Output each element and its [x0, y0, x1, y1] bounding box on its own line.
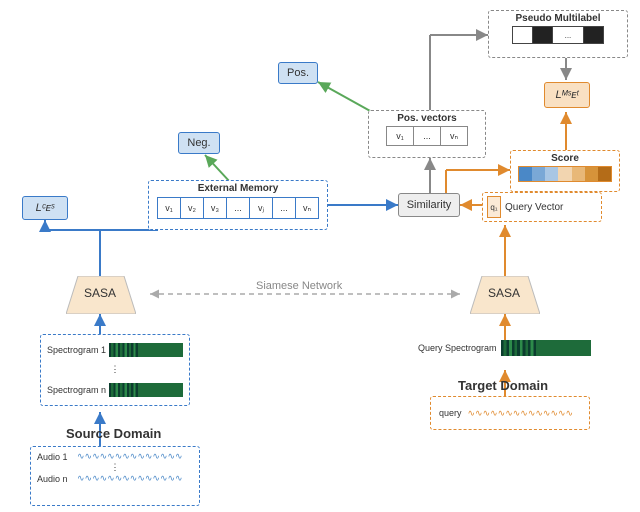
- loss-l-mse-t: Lᴹˢᴇᵗ: [544, 82, 590, 108]
- diagram-canvas: Lᶜᴇˢ External Memory v₁ v₂ v₃ ... vⱼ ...…: [0, 0, 640, 512]
- spectrogram-icon: [501, 340, 591, 356]
- ellipsis-v-icon: ⋮: [111, 462, 120, 473]
- pos-vectors-title: Pos. vectors: [397, 113, 456, 124]
- pos-vectors-box: Pos. vectors v₁ ... vₙ: [368, 110, 486, 158]
- query-audio-label: query: [439, 408, 462, 418]
- waveform-icon: ∿∿∿∿∿∿∿∿∿∿∿∿∿∿: [77, 451, 183, 462]
- spectrogram-panel-left: Spectrogram 1 ⋮ Spectrogram n: [40, 334, 190, 406]
- target-domain-title: Target Domain: [458, 378, 548, 393]
- query-spectrogram-row: Query Spectrogram: [418, 340, 591, 356]
- waveform-icon: ∿∿∿∿∿∿∿∿∿∿∿∿∿∿: [77, 473, 183, 484]
- pseudo-multilabel-box: Pseudo Multilabel ...: [488, 10, 628, 58]
- ellipsis-v-icon: ⋮: [111, 364, 120, 375]
- query-spectrogram-label: Query Spectrogram: [418, 343, 497, 353]
- external-memory-title: External Memory: [198, 183, 279, 194]
- neg-box: Neg.: [178, 132, 220, 154]
- loss-lce-label: Lᶜᴇˢ: [36, 202, 55, 214]
- external-memory-cells: v₁ v₂ v₃ ... vⱼ ... vₙ: [157, 197, 319, 219]
- spectrogram1-label: Spectrogram 1: [47, 345, 109, 355]
- pos-label: Pos.: [287, 67, 309, 79]
- score-title: Score: [551, 153, 579, 164]
- external-memory-box: External Memory v₁ v₂ v₃ ... vⱼ ... vₙ: [148, 180, 328, 230]
- siamese-label: Siamese Network: [256, 280, 342, 292]
- pseudo-multilabel-cells: ...: [512, 26, 604, 44]
- query-vector-title: Query Vector: [505, 202, 563, 213]
- similarity-label: Similarity: [407, 199, 452, 211]
- waveform-icon: ∿∿∿∿∿∿∿∿∿∿∿∿∿∿: [468, 408, 574, 419]
- neg-label: Neg.: [187, 137, 210, 149]
- score-box: Score: [510, 150, 620, 192]
- loss-lmse-label: Lᴹˢᴇᵗ: [555, 89, 578, 101]
- query-vector-box: q₁ Query Vector: [482, 192, 602, 222]
- spectrogram-icon: [109, 383, 183, 397]
- pseudo-multilabel-title: Pseudo Multilabel: [515, 13, 600, 24]
- audio1-label: Audio 1: [37, 452, 77, 462]
- spectrogramn-label: Spectrogram n: [47, 385, 109, 395]
- query-vector-cell: q₁: [487, 196, 501, 218]
- target-domain-box: query ∿∿∿∿∿∿∿∿∿∿∿∿∿∿: [430, 396, 590, 430]
- audion-label: Audio n: [37, 474, 77, 484]
- source-domain-title: Source Domain: [66, 426, 161, 441]
- pos-box: Pos.: [278, 62, 318, 84]
- loss-l-ce-s: Lᶜᴇˢ: [22, 196, 68, 220]
- source-domain-box: Audio 1∿∿∿∿∿∿∿∿∿∿∿∿∿∿ ⋮ Audio n∿∿∿∿∿∿∿∿∿…: [30, 446, 200, 506]
- spectrogram-icon: [109, 343, 183, 357]
- sasa-right-label: SASA: [488, 286, 520, 300]
- similarity-box: Similarity: [398, 193, 460, 217]
- score-bar: [518, 166, 612, 182]
- pos-vectors-cells: v₁ ... vₙ: [386, 126, 468, 146]
- sasa-left-label: SASA: [84, 286, 116, 300]
